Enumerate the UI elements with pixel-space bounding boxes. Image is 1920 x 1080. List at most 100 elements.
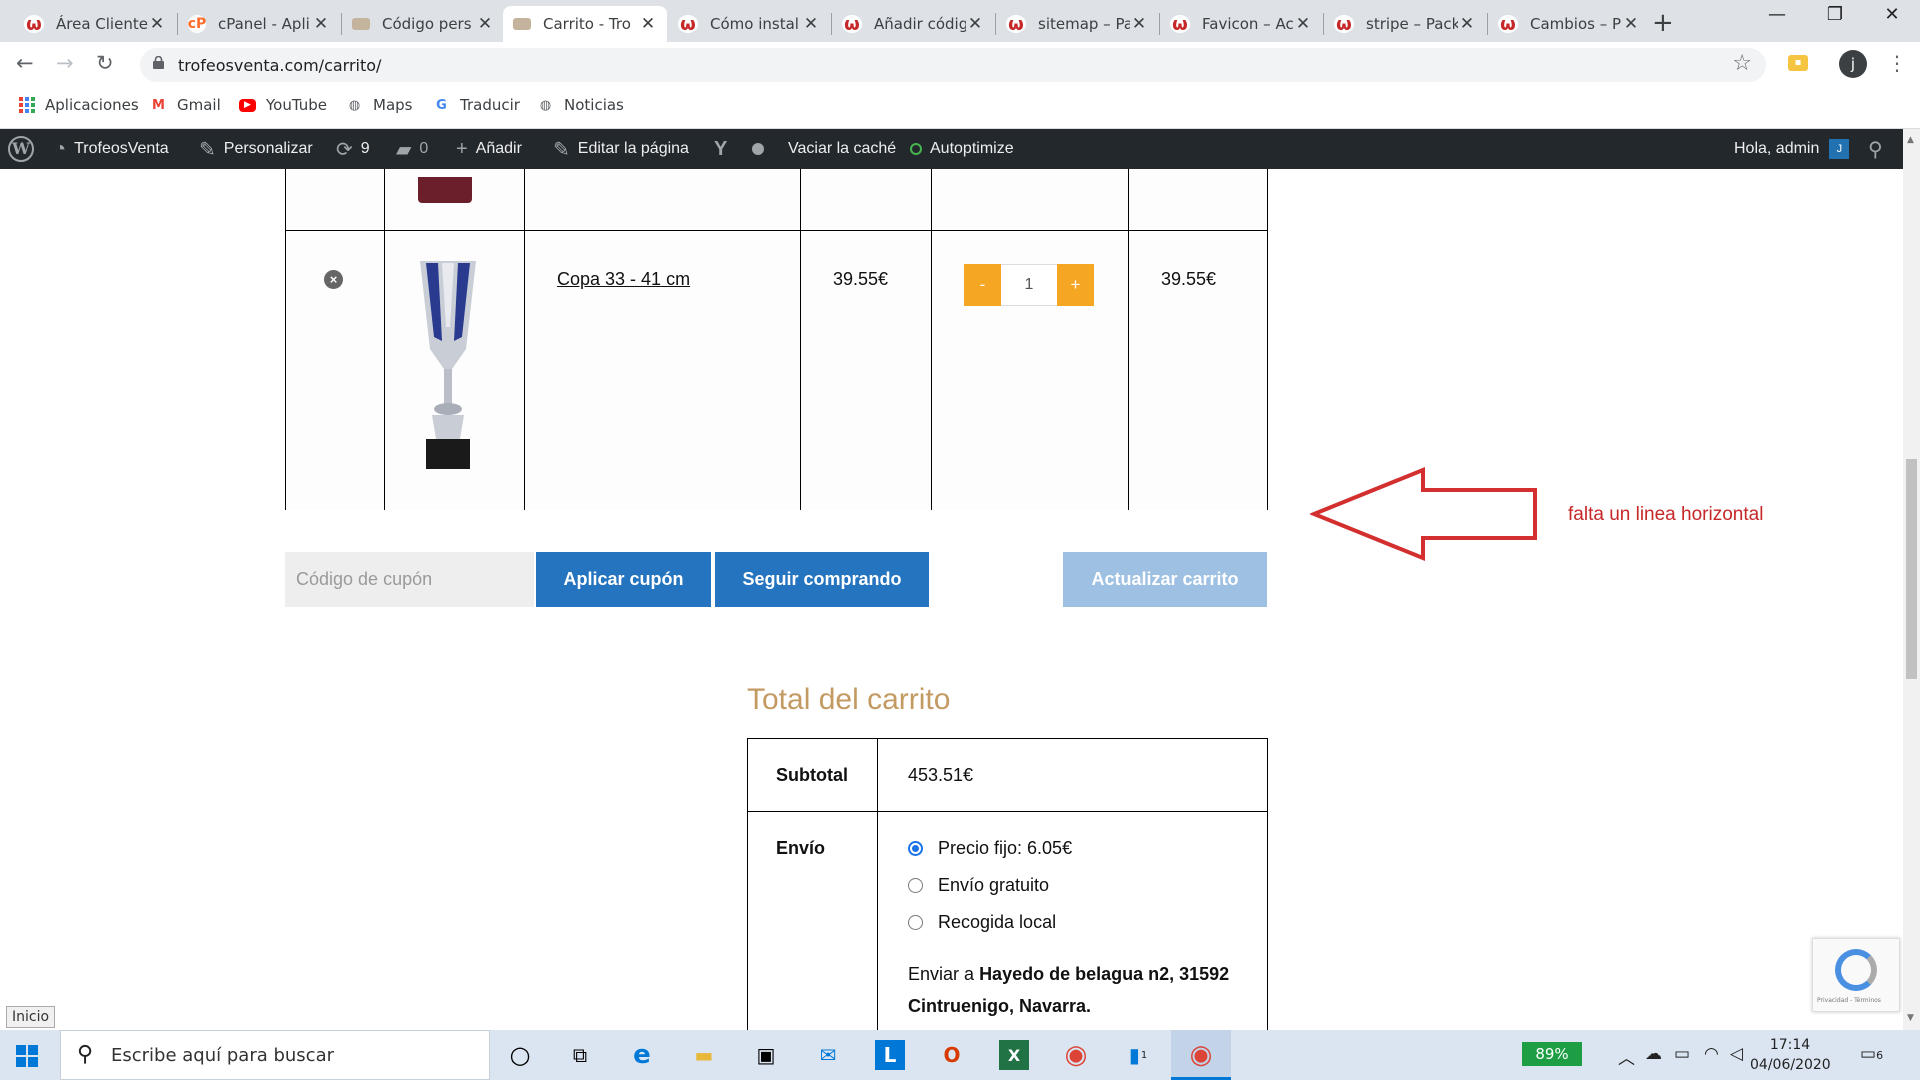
close-icon[interactable]: ✕ xyxy=(1130,14,1148,34)
table-border xyxy=(524,169,525,510)
wp-autoptimize[interactable]: Autoptimize xyxy=(910,129,1014,169)
bookmark-maps[interactable]: ◍ Maps xyxy=(346,96,413,114)
tab-carrito[interactable]: Carrito - Tro ✕ xyxy=(503,6,667,42)
tab-sitemap[interactable]: ω sitemap – Pa ✕ xyxy=(996,6,1158,42)
notifications-icon[interactable]: ▭6 xyxy=(1860,1044,1883,1064)
address-bar[interactable]: trofeosventa.com/carrito/ ☆ xyxy=(140,48,1766,82)
quantity-input[interactable]: 1 xyxy=(1001,264,1057,306)
close-icon[interactable]: ✕ xyxy=(1294,14,1312,34)
clock-date: 04/06/2020 xyxy=(1750,1057,1831,1073)
tab-title: Carrito - Tro xyxy=(543,15,631,33)
apply-coupon-button[interactable]: Aplicar cupón xyxy=(536,552,711,607)
yoast-icon[interactable]: Y xyxy=(714,129,727,169)
bookmark-apps[interactable]: Aplicaciones xyxy=(18,96,139,114)
battery-icon[interactable]: ▭ xyxy=(1674,1044,1690,1064)
volume-icon[interactable]: ◁ xyxy=(1730,1044,1743,1064)
remove-item-button[interactable]: × xyxy=(324,270,343,289)
continue-shopping-button[interactable]: Seguir comprando xyxy=(715,552,929,607)
excel-icon[interactable]: X xyxy=(999,1040,1029,1070)
wordfence-icon: ω xyxy=(1334,14,1354,35)
restore-icon[interactable]: ❐ xyxy=(1805,4,1865,25)
scroll-down-icon[interactable]: ▼ xyxy=(1907,1013,1914,1023)
task-view-icon[interactable]: ⧉ xyxy=(565,1040,595,1070)
search-icon[interactable]: ⚲ xyxy=(1868,129,1883,169)
bookmark-noticias[interactable]: ◍ Noticias xyxy=(537,96,624,114)
update-cart-button[interactable]: Actualizar carrito xyxy=(1063,552,1267,607)
window-close-icon[interactable]: ✕ xyxy=(1862,4,1920,25)
tab-anadir-codigo[interactable]: ω Añadir códig ✕ xyxy=(832,6,994,42)
tab-stripe[interactable]: ω stripe – Pack ✕ xyxy=(1324,6,1486,42)
notification-count: 6 xyxy=(1876,1049,1884,1062)
cart-totals-table: Subtotal 453.51€ Envío Precio fijo: 6.05… xyxy=(747,738,1268,1030)
scroll-up-icon[interactable]: ▲ xyxy=(1907,135,1914,145)
reload-icon[interactable]: ↻ xyxy=(96,51,114,75)
wordpress-logo-icon[interactable]: W xyxy=(8,129,34,169)
close-icon[interactable]: ✕ xyxy=(312,14,330,34)
recaptcha-badge[interactable]: Privacidad - Términos xyxy=(1812,938,1900,1012)
tab-cambios[interactable]: ω Cambios – P ✕ xyxy=(1488,6,1650,42)
tab-favicon[interactable]: ω Favicon – Ac ✕ xyxy=(1160,6,1322,42)
close-icon[interactable]: ✕ xyxy=(966,14,984,34)
coupon-code-input[interactable] xyxy=(285,552,534,607)
app-l-icon[interactable]: L xyxy=(875,1040,905,1070)
quantity-decrease-button[interactable]: - xyxy=(964,264,1001,306)
office-icon[interactable]: O xyxy=(937,1040,967,1070)
browser-tab-strip: ω Área Cliente ✕ cP cPanel - Apli ✕ Códi… xyxy=(0,0,1920,42)
taskbar-clock[interactable]: 17:14 04/06/2020 xyxy=(1750,1035,1831,1075)
wp-site-name[interactable]: ◔ TrofeosVenta xyxy=(54,129,169,169)
chrome-icon[interactable]: ◉ xyxy=(1061,1040,1091,1070)
edge-icon[interactable]: e xyxy=(627,1040,657,1070)
mail-icon[interactable]: ✉ xyxy=(813,1040,843,1070)
tab-area-cliente[interactable]: ω Área Cliente ✕ xyxy=(14,6,176,42)
bookmark-traducir[interactable]: G Traducir xyxy=(433,96,520,114)
url-text: trofeosventa.com/carrito/ xyxy=(178,56,382,75)
wp-customize[interactable]: ✎ Personalizar xyxy=(199,129,313,169)
close-icon[interactable]: ✕ xyxy=(1622,14,1640,34)
profile-avatar[interactable]: j xyxy=(1839,50,1867,78)
windows-taskbar: ⚲ Escribe aquí para buscar ○ ⧉ e ▬ ▣ ✉ L… xyxy=(0,1030,1920,1080)
page-scrollbar[interactable]: ▲ ▼ xyxy=(1903,129,1920,1030)
tab-como-instalar[interactable]: ω Cómo instal ✕ xyxy=(668,6,830,42)
bookmark-star-icon[interactable]: ☆ xyxy=(1732,51,1752,76)
tab-codigo[interactable]: Código pers ✕ xyxy=(342,6,504,42)
browser-menu-icon[interactable]: ⋮ xyxy=(1887,51,1907,75)
wp-updates[interactable]: ⟳ 9 xyxy=(336,129,370,169)
close-icon[interactable]: ✕ xyxy=(476,14,494,34)
chrome-icon[interactable]: ◉ xyxy=(1186,1040,1216,1070)
chevron-up-icon[interactable]: ︿ xyxy=(1618,1044,1635,1069)
wifi-icon[interactable]: ◠ xyxy=(1704,1044,1719,1064)
cart-page: × Copa 33 - 41 cm 39.55€ - 1 + 39.55€ Ap… xyxy=(0,169,1903,1030)
file-explorer-icon[interactable]: ▬ xyxy=(689,1040,719,1070)
minimize-icon[interactable]: — xyxy=(1747,4,1807,25)
close-icon[interactable]: ✕ xyxy=(802,14,820,34)
taskbar-search[interactable]: ⚲ Escribe aquí para buscar xyxy=(60,1030,490,1080)
close-icon[interactable]: ✕ xyxy=(1458,14,1476,34)
bookmark-youtube[interactable]: ▶ YouTube xyxy=(239,96,327,114)
onedrive-icon[interactable]: ☁ xyxy=(1645,1044,1662,1064)
bookmark-gmail[interactable]: M Gmail xyxy=(150,96,221,114)
wp-clear-cache[interactable]: Vaciar la caché xyxy=(752,129,896,169)
wp-add-new[interactable]: + Añadir xyxy=(456,129,522,169)
wp-account[interactable]: Hola, admin J xyxy=(1734,129,1850,169)
shipping-radio-pickup[interactable] xyxy=(908,915,923,930)
dashboard-icon: ◔ xyxy=(54,137,67,160)
tab-cpanel[interactable]: cP cPanel - Apli ✕ xyxy=(178,6,340,42)
close-icon[interactable]: ✕ xyxy=(148,14,166,34)
quantity-increase-button[interactable]: + xyxy=(1057,264,1094,306)
windows-start-icon[interactable] xyxy=(16,1045,38,1067)
shipping-radio-free[interactable] xyxy=(908,878,923,893)
store-icon[interactable]: ▣ xyxy=(751,1040,781,1070)
explorer-window-icon[interactable]: ▮ 1 xyxy=(1123,1040,1153,1070)
cortana-icon[interactable]: ○ xyxy=(505,1040,535,1070)
battery-indicator[interactable]: 89% xyxy=(1522,1042,1582,1066)
back-arrow-icon[interactable]: ← xyxy=(16,51,34,75)
close-icon[interactable]: ✕ xyxy=(639,14,657,34)
wp-edit-page[interactable]: ✎ Editar la página xyxy=(553,129,689,169)
extension-icon[interactable]: ▪ xyxy=(1788,55,1808,71)
wp-comments[interactable]: ▰ 0 xyxy=(396,129,428,169)
product-name-link[interactable]: Copa 33 - 41 cm xyxy=(557,269,690,290)
new-tab-plus-icon[interactable]: + xyxy=(1652,8,1674,38)
forward-arrow-icon[interactable]: → xyxy=(56,51,74,75)
shipping-radio-flat-rate[interactable] xyxy=(908,841,923,856)
scrollbar-thumb[interactable] xyxy=(1906,459,1917,679)
